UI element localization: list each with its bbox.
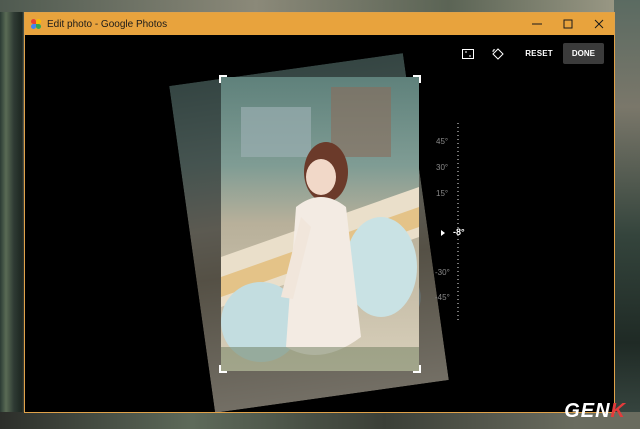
editor-canvas[interactable]: 45° 30° 15° -8° -30° -45° bbox=[25, 35, 614, 412]
reset-button[interactable]: RESET bbox=[517, 49, 561, 58]
maximize-button[interactable] bbox=[552, 13, 583, 35]
desktop-top-strip bbox=[0, 0, 640, 12]
aspect-ratio-icon bbox=[462, 48, 475, 59]
rotate-icon bbox=[492, 47, 504, 60]
crop-handle-bottom-left[interactable] bbox=[219, 365, 227, 373]
photo-image bbox=[221, 77, 419, 371]
angle-tick-label: 45° bbox=[436, 137, 449, 146]
crop-handle-bottom-right[interactable] bbox=[413, 365, 421, 373]
watermark-logo: GENK bbox=[564, 400, 626, 423]
window-controls bbox=[521, 13, 614, 35]
window-title: Edit photo - Google Photos bbox=[47, 18, 168, 30]
crop-area-photo[interactable] bbox=[221, 77, 419, 371]
watermark-accent: K bbox=[610, 400, 626, 422]
google-photos-icon bbox=[31, 19, 41, 29]
angle-tick-label: 15° bbox=[436, 189, 449, 198]
angle-pointer-icon bbox=[441, 230, 445, 236]
desktop-bottom-strip bbox=[0, 412, 640, 429]
aspect-ratio-button[interactable] bbox=[457, 44, 479, 64]
minimize-button[interactable] bbox=[521, 13, 552, 35]
watermark-text: GEN bbox=[564, 400, 611, 422]
done-button[interactable]: DONE bbox=[562, 43, 604, 64]
angle-dial-ticks bbox=[457, 123, 459, 323]
close-icon bbox=[594, 19, 603, 29]
desktop-right-strip bbox=[614, 0, 640, 429]
angle-tick-label: -45° bbox=[435, 293, 450, 302]
crop-handle-top-right[interactable] bbox=[413, 75, 421, 83]
photos-window: Edit photo - Google Photos 45° 30° 15° -… bbox=[24, 12, 615, 413]
crop-handle-top-left[interactable] bbox=[219, 75, 227, 83]
close-button[interactable] bbox=[583, 13, 614, 35]
maximize-icon bbox=[563, 19, 572, 29]
angle-dial[interactable]: 45° 30° 15° -8° -30° -45° bbox=[433, 123, 473, 343]
angle-current-value: -8° bbox=[453, 227, 465, 237]
rotate-button[interactable] bbox=[487, 44, 509, 64]
edit-toolbar: RESET DONE bbox=[457, 43, 604, 64]
angle-tick-label: 30° bbox=[436, 163, 449, 172]
title-bar[interactable]: Edit photo - Google Photos bbox=[25, 13, 614, 35]
angle-tick-label: -30° bbox=[435, 268, 450, 277]
minimize-icon bbox=[531, 23, 542, 25]
